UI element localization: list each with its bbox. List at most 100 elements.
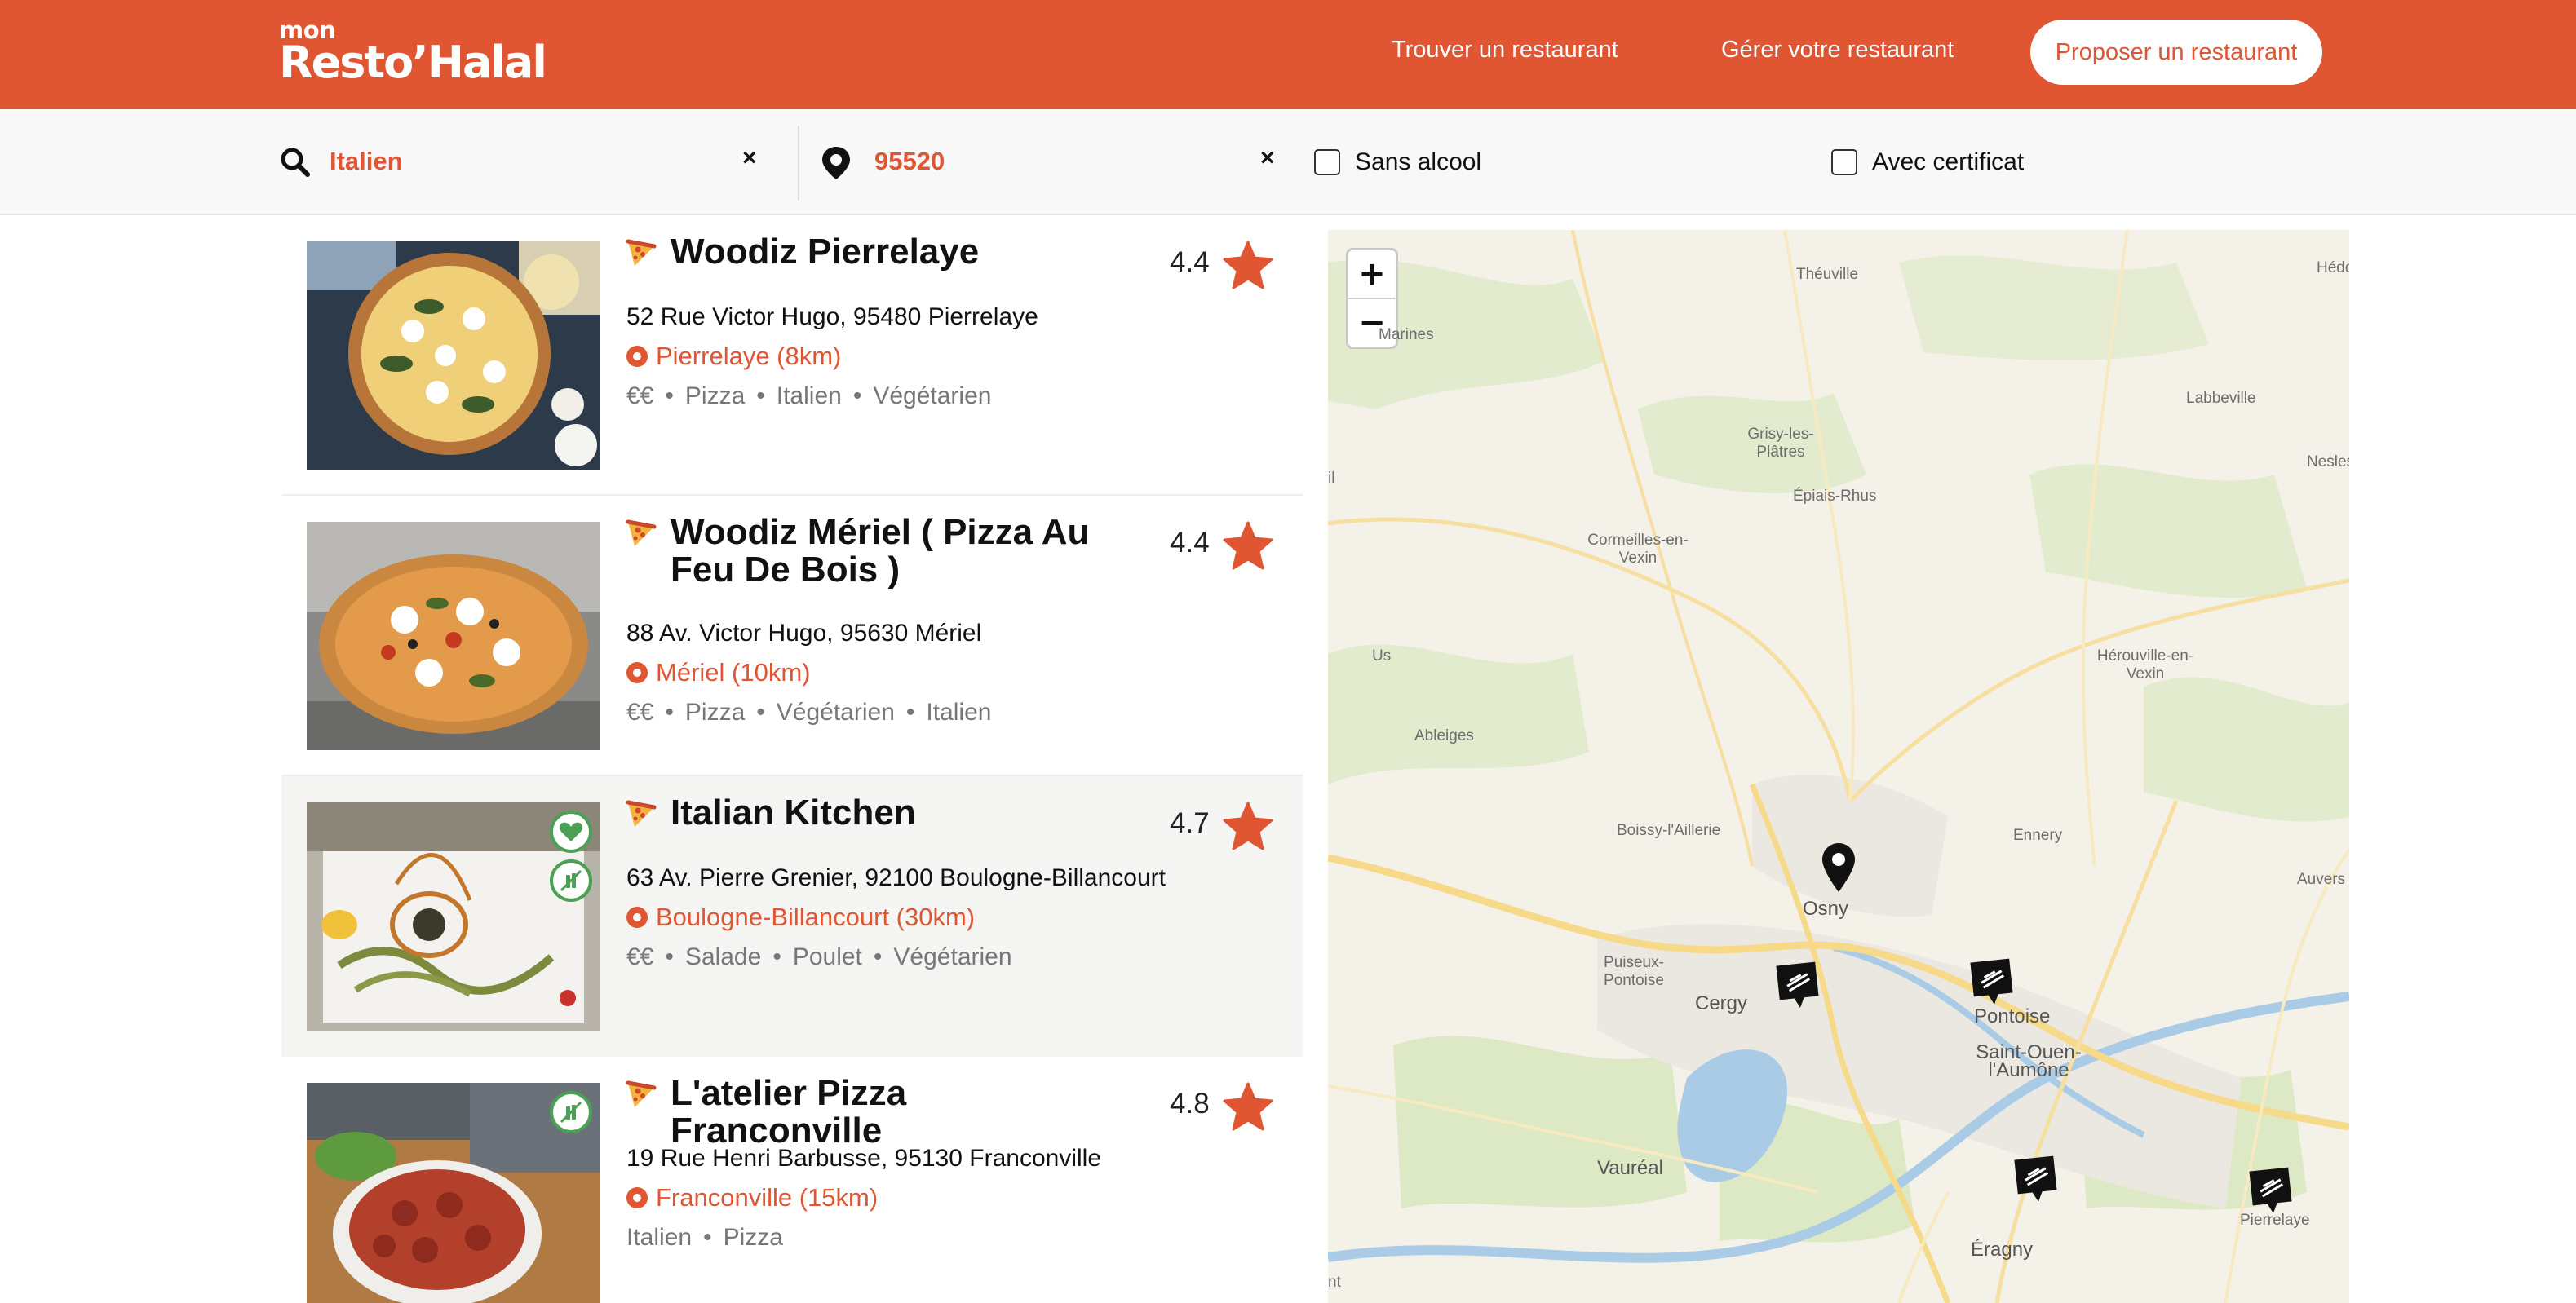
map-place-label: Saint-Ouen-l'Aumône [1976, 1041, 2082, 1081]
nav-manage-restaurant[interactable]: Gérer votre restaurant [1721, 37, 1954, 64]
tag: Pizza [684, 382, 746, 409]
map-place-label: Éragny [1971, 1239, 2034, 1261]
restaurant-title[interactable]: Woodiz Pierrelaye [625, 233, 1106, 271]
restaurant-marker-icon[interactable] [2246, 1166, 2295, 1217]
restaurant-distance: Pierrelaye (8km) [626, 342, 841, 371]
location-dot-icon [626, 1187, 648, 1208]
tag: Pizza [684, 699, 746, 726]
search-input[interactable]: Italien [330, 147, 403, 176]
star-icon [1223, 521, 1273, 570]
pizza-icon [626, 800, 657, 827]
location-dot-icon [626, 346, 648, 367]
tag: Poulet [792, 943, 862, 970]
restaurant-photo[interactable] [307, 522, 600, 750]
restaurant-card[interactable]: Woodiz Pierrelaye 4.4 52 Rue Victor Hugo… [281, 215, 1303, 496]
map-place-label: Épiais-Rhus [1793, 488, 1877, 505]
restaurant-title[interactable]: Woodiz Mériel ( Pizza Au Feu De Bois ) [625, 514, 1106, 589]
rating-value: 4.4 [1170, 246, 1210, 278]
no-alcohol-checkbox[interactable] [1314, 149, 1340, 175]
restaurant-address: 52 Rue Victor Hugo, 95480 Pierrelaye [626, 303, 1038, 330]
search-bar: Italien × 95520 × Sans alcool Avec certi… [0, 109, 2576, 215]
tag: Végétarien [873, 382, 992, 409]
clear-location-button[interactable]: × [1260, 144, 1275, 172]
map-place-label: Hérouville-en-Vexin [2096, 647, 2194, 682]
location-pin-icon [822, 147, 850, 179]
star-icon [1223, 1082, 1273, 1131]
map-place-label: Pontoise [1974, 1005, 2051, 1027]
map-place-label: Théuville [1796, 266, 1859, 283]
restaurant-tags: €€ • Pizza • Italien • Végétarien [626, 382, 992, 409]
restaurant-card[interactable]: L'atelier Pizza Franconville 4.8 19 Rue … [281, 1057, 1303, 1303]
certificate-label: Avec certificat [1872, 148, 2025, 175]
star-icon [1223, 241, 1273, 289]
restaurant-card[interactable]: Italian Kitchen 4.7 63 Av. Pierre Grenie… [281, 776, 1303, 1057]
restaurant-name[interactable]: Woodiz Mériel ( Pizza Au Feu De Bois ) [625, 514, 1106, 589]
tag: Italien [926, 699, 992, 726]
pizza-icon [626, 239, 657, 266]
restaurant-photo[interactable] [307, 802, 600, 1031]
restaurant-marker-icon[interactable] [1967, 957, 2016, 1008]
filter-certificate[interactable]: Avec certificat [1831, 148, 2024, 176]
restaurant-card[interactable]: Woodiz Mériel ( Pizza Au Feu De Bois ) 4… [281, 496, 1303, 776]
map-place-label: Puiseux-Pontoise [1604, 954, 1664, 989]
map-place-label: Auvers [2297, 871, 2346, 888]
restaurant-tags: €€ • Pizza • Végétarien • Italien [626, 699, 992, 726]
restaurant-address: 63 Av. Pierre Grenier, 92100 Boulogne-Bi… [626, 864, 1166, 891]
tag: Italien [776, 382, 842, 409]
rating-value: 4.8 [1170, 1088, 1210, 1120]
map-place-label: Nesles- [2307, 453, 2349, 470]
restaurant-name[interactable]: Italian Kitchen [625, 794, 1106, 832]
tag: Végétarien [893, 943, 1012, 970]
nav-find-restaurant[interactable]: Trouver un restaurant [1392, 37, 1618, 64]
tag: Pizza [723, 1224, 783, 1251]
star-icon [1223, 802, 1273, 850]
restaurant-photo[interactable] [307, 1083, 600, 1303]
restaurant-photo[interactable] [307, 241, 600, 470]
rating-value: 4.7 [1170, 807, 1210, 839]
restaurant-name[interactable]: Woodiz Pierrelaye [625, 233, 1106, 271]
map-place-label: Ableiges [1414, 727, 1474, 744]
map-place-label: Us [1372, 647, 1392, 665]
clear-search-button[interactable]: × [742, 144, 757, 172]
price-level: €€ [626, 943, 654, 970]
top-header: mon Resto’Halal Trouver un restaurant Gé… [0, 0, 2576, 109]
price-level: €€ [626, 382, 654, 409]
restaurant-distance: Boulogne-Billancourt (30km) [626, 903, 975, 932]
map-place-label: Osny [1803, 898, 1849, 920]
location-input[interactable]: 95520 [874, 147, 945, 176]
map-place-label: Boissy-l'Aillerie [1617, 822, 1721, 839]
certificate-checkbox[interactable] [1831, 149, 1857, 175]
map-place-label: Cergy [1695, 992, 1748, 1014]
restaurant-marker-icon[interactable] [2012, 1155, 2060, 1205]
pizza-icon [626, 519, 657, 546]
zoom-in-button[interactable]: + [1348, 250, 1396, 298]
restaurant-distance: Franconville (15km) [626, 1183, 878, 1212]
filter-no-alcohol[interactable]: Sans alcool [1314, 148, 1481, 176]
heart-badge-icon [550, 811, 592, 853]
tag: Salade [684, 943, 762, 970]
restaurant-distance: Mériel (10km) [626, 658, 810, 687]
restaurant-address: 88 Av. Victor Hugo, 95630 Mériel [626, 620, 982, 647]
restaurant-marker-icon[interactable] [1773, 961, 1822, 1011]
logo-brand-text: Resto’Halal [279, 37, 547, 88]
no-alcohol-badge-icon [550, 859, 592, 902]
restaurant-tags: €€ • Salade • Poulet • Végétarien [626, 943, 1012, 970]
rating-value: 4.4 [1170, 527, 1210, 559]
restaurant-title[interactable]: L'atelier Pizza Franconville [625, 1075, 1106, 1150]
search-divider [798, 126, 799, 201]
map-place-label: Cormeilles-en-Vexin [1587, 532, 1689, 567]
restaurant-name[interactable]: L'atelier Pizza Franconville [625, 1075, 1106, 1150]
restaurant-title[interactable]: Italian Kitchen [625, 794, 1106, 832]
restaurant-address: 19 Rue Henri Barbusse, 95130 Franconvill… [626, 1145, 1101, 1172]
restaurant-tags: Italien • Pizza [626, 1224, 783, 1251]
map-place-label: Ennery [2013, 827, 2063, 844]
logo[interactable]: mon Resto’Halal [279, 18, 547, 88]
location-dot-icon [626, 907, 648, 928]
search-icon [281, 148, 310, 177]
propose-restaurant-button[interactable]: Proposer un restaurant [2030, 20, 2322, 85]
tag: Italien [626, 1224, 693, 1251]
no-alcohol-label: Sans alcool [1355, 148, 1482, 175]
current-location-pin-icon[interactable] [1821, 841, 1857, 894]
map[interactable]: + − Théuville Hédo Marines Labbeville Gr… [1328, 230, 2349, 1303]
map-place-label: Marines [1379, 326, 1434, 343]
